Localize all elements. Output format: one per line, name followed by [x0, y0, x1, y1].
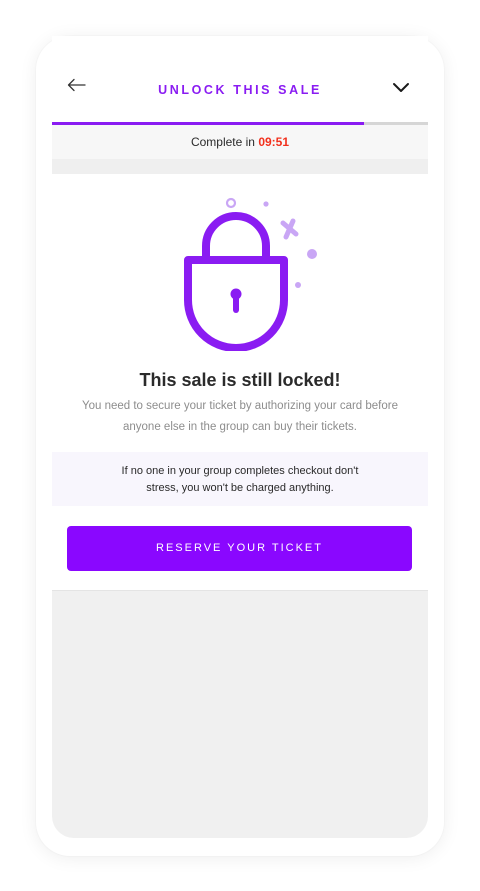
countdown-bar: Complete in 09:51 [52, 125, 428, 159]
locked-heading: This sale is still locked! [139, 370, 341, 390]
no-charge-notice: If no one in your group completes checko… [52, 452, 428, 506]
countdown-value: 09:51 [258, 135, 290, 149]
locked-description: You need to secure your ticket by author… [81, 400, 398, 433]
phone-frame: UNLOCK THIS SALE Complete in 09:51 This … [36, 36, 444, 856]
page-title: UNLOCK THIS SALE [158, 83, 322, 97]
empty-content-area [52, 590, 428, 838]
padlock-icon [184, 197, 317, 351]
notice-line-1: If no one in your group completes checko… [121, 465, 359, 477]
app-screen: UNLOCK THIS SALE Complete in 09:51 This … [52, 36, 428, 838]
notice-line-2: stress, you won't be charged anything. [146, 482, 334, 494]
collapse-button[interactable] [390, 80, 412, 96]
header: UNLOCK THIS SALE [52, 36, 428, 122]
reserve-ticket-button[interactable]: RESERVE YOUR TICKET [67, 526, 412, 571]
divider-strip [52, 159, 428, 174]
countdown-label: Complete in [190, 135, 259, 149]
chevron-down-icon [393, 83, 409, 92]
